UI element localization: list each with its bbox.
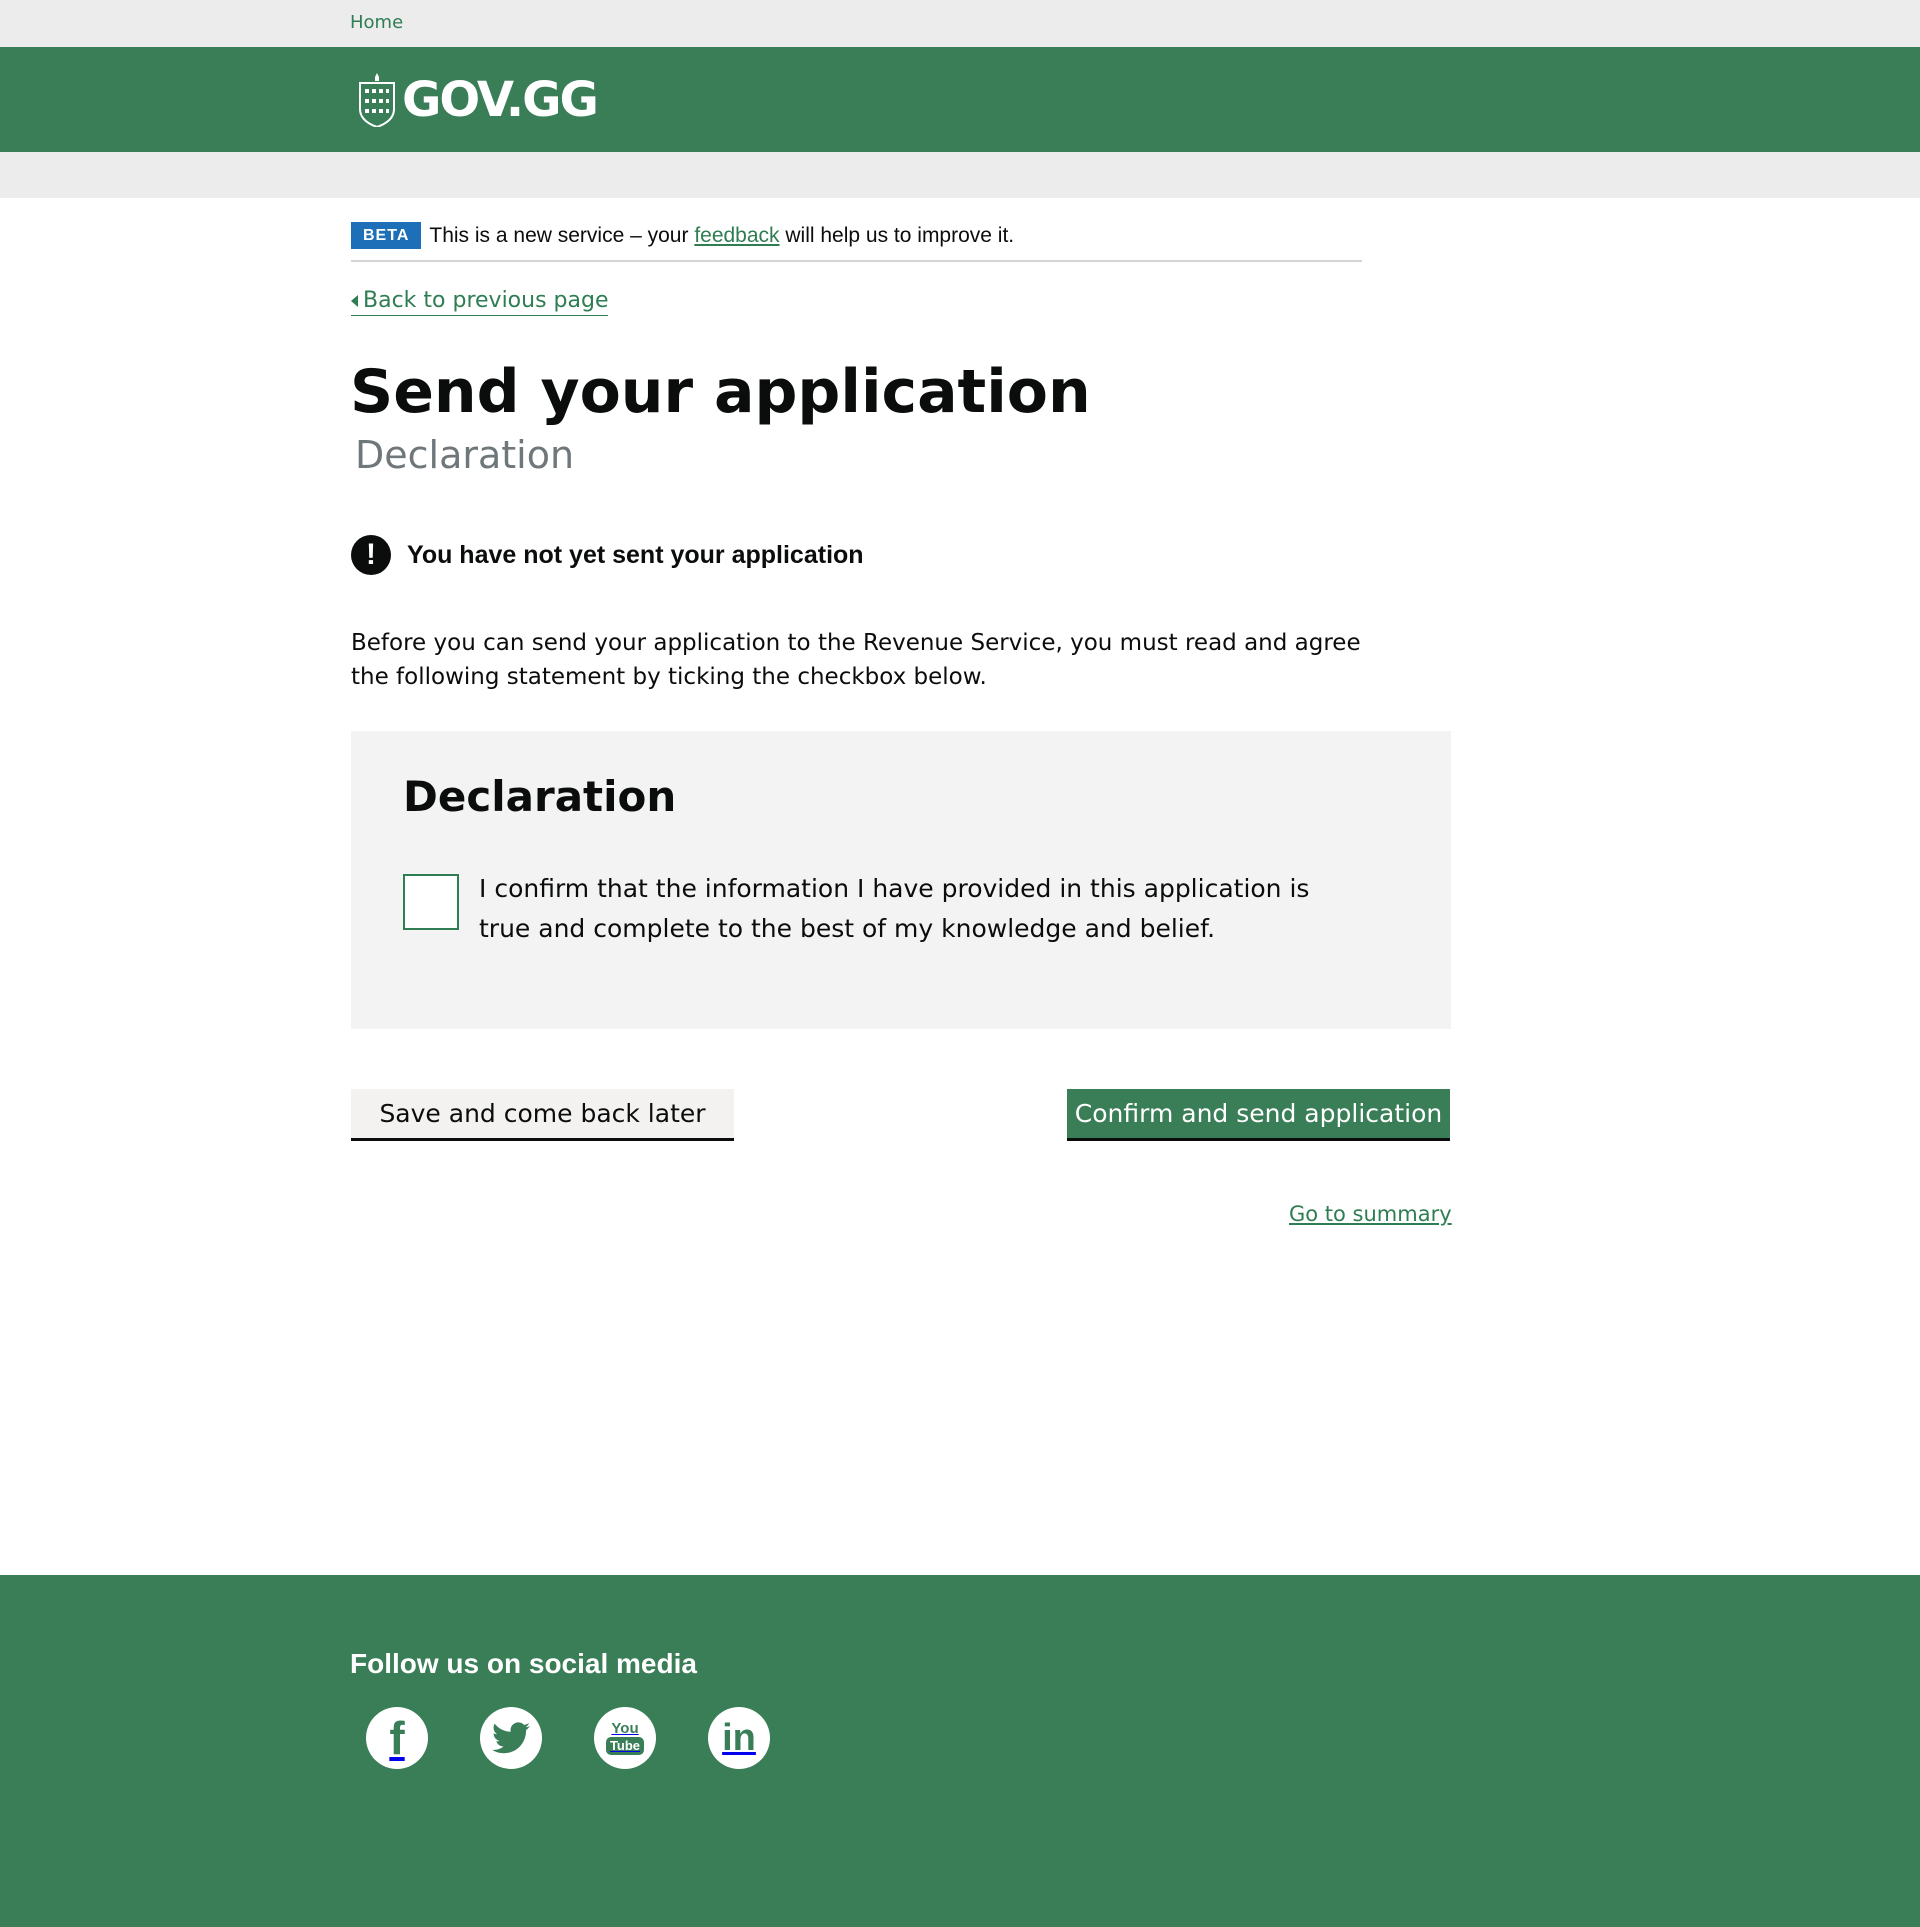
youtube-glyph-top: You <box>611 1720 639 1737</box>
beta-tag: BETA <box>351 222 422 249</box>
declaration-checkbox[interactable] <box>403 874 459 930</box>
declaration-panel: Declaration I confirm that the informati… <box>351 731 1451 1029</box>
back-link-label: Back to previous page <box>363 288 609 313</box>
footer-heading: Follow us on social media <box>350 1648 697 1679</box>
facebook-icon[interactable]: f <box>366 1707 428 1769</box>
save-button[interactable]: Save and come back later <box>351 1089 734 1141</box>
intro-text: Before you can send your application to … <box>351 630 1361 690</box>
beta-text-after: will help us to improve it. <box>779 224 1015 247</box>
logo-text: GOV.GG <box>402 72 599 128</box>
site-header: GOV.GG <box>0 47 1920 152</box>
site-footer: Follow us on social media f You Tube in <box>0 1575 1920 1927</box>
youtube-glyph-bottom: Tube <box>605 1737 645 1755</box>
back-link[interactable]: Back to previous page <box>351 288 609 316</box>
sub-header-bar <box>0 152 1920 198</box>
confirm-send-button[interactable]: Confirm and send application <box>1067 1089 1450 1141</box>
exclamation-icon: ! <box>351 535 391 575</box>
beta-banner: BETA This is a new service – your feedba… <box>351 222 1362 262</box>
twitter-icon[interactable] <box>480 1707 542 1769</box>
feedback-link[interactable]: feedback <box>694 224 779 247</box>
warning-notice: ! You have not yet sent your application <box>351 535 864 575</box>
page-title: Send your application <box>350 357 1091 427</box>
warning-text: You have not yet sent your application <box>407 540 864 569</box>
page-subtitle: Declaration <box>355 433 575 477</box>
facebook-glyph: f <box>389 1712 405 1764</box>
social-links: f You Tube in <box>366 1707 822 1769</box>
linkedin-glyph: in <box>722 1717 756 1759</box>
top-bar: Home <box>0 0 1920 47</box>
triangle-left-icon <box>351 294 358 307</box>
linkedin-icon[interactable]: in <box>708 1707 770 1769</box>
declaration-checkbox-label[interactable]: I confirm that the information I have pr… <box>479 869 1359 949</box>
beta-message: This is a new service – your feedback wi… <box>429 222 1014 249</box>
youtube-icon[interactable]: You Tube <box>594 1707 656 1769</box>
twitter-bird-icon <box>492 1722 530 1754</box>
gov-gg-logo[interactable]: GOV.GG <box>356 72 599 128</box>
guernsey-crest-icon <box>359 73 395 127</box>
go-to-summary-link[interactable]: Go to summary <box>1289 1202 1452 1226</box>
beta-text-before: This is a new service – your <box>429 224 695 247</box>
home-link[interactable]: Home <box>350 12 403 33</box>
declaration-heading: Declaration <box>403 772 677 821</box>
